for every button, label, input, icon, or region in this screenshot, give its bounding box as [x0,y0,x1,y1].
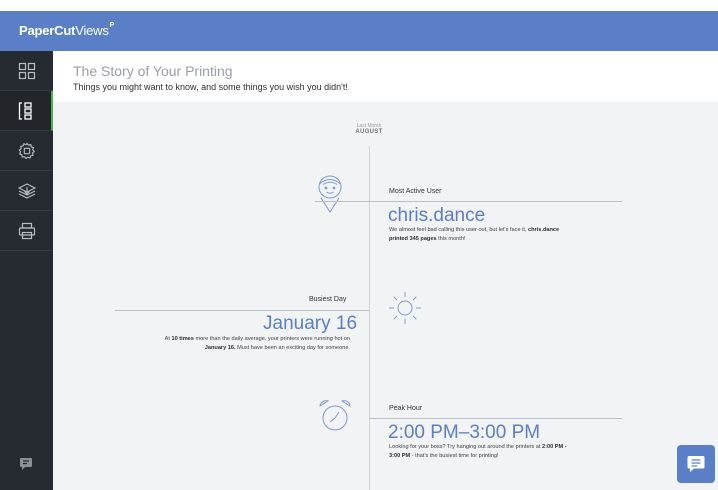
event-connector-line [115,310,369,311]
page-header: The Story of Your Printing Things you mi… [53,51,718,102]
insights-icon [18,101,32,120]
page-subtitle: Things you might want to know, and some … [73,82,348,92]
printer-icon [18,222,35,239]
most-active-user-label: Most Active User [389,188,442,195]
most-active-user-description: We almost feel bad calling this user out… [389,226,619,244]
desc-date: January 16. [204,345,236,351]
page-title: The Story of Your Printing [73,63,233,79]
desc-text-end: - that's the busiest time for printing! [410,453,499,459]
brand-name-light: Views [75,23,109,38]
help-chat-button[interactable] [677,445,715,483]
sidebar-item-settings[interactable] [0,131,53,171]
sun-icon [389,292,421,324]
peak-hour-value: 2:00 PM–3:00 PM [388,422,541,443]
sidebar-item-insights[interactable] [0,91,53,131]
layers-icon [17,182,36,199]
alarm-clock-icon [319,400,351,431]
desc-text-end: Must have been an exciting day for someo… [235,345,350,351]
event-connector-line [315,201,622,202]
event-connector-line [369,418,622,419]
desc-text: At [164,336,172,342]
story-timeline: Last Month AUGUST Most Active User chris… [53,102,718,490]
chat-bubble-icon[interactable] [19,457,33,476]
top-bar: PaperCutViewsP [0,11,718,51]
desc-time-end: 3:00 PM [389,453,411,459]
sidebar-item-dashboard[interactable] [0,51,53,91]
desc-text-mid: more than the daily average, your printe… [193,336,350,342]
dashboard-icon [18,62,35,79]
sidebar-item-layers[interactable] [0,171,53,211]
sidebar-item-printers[interactable] [0,211,53,251]
busiest-day-label: Busiest Day [309,296,347,303]
desc-time-start: 2:00 PM - [542,444,567,450]
desc-username: chris.dance [528,227,560,233]
brand-superscript: P [109,21,115,29]
brand-name-bold: PaperCut [19,23,76,38]
most-active-user-value: chris.dance [388,205,486,226]
peak-hour-description: Looking for your boss? Try hanging out a… [389,443,629,461]
desc-times: 10 times [171,336,194,342]
desc-text: Looking for your boss? Try hanging out a… [389,444,542,450]
chat-icon [687,456,705,472]
desc-text-end: this month! [436,236,466,242]
peak-hour-label: Peak Hour [389,405,423,412]
sidebar [0,51,53,490]
timeline-axis [369,146,370,490]
desc-text: We almost feel bad calling this user out… [389,227,529,233]
settings-icon [18,142,35,159]
timeline-period: Last Month AUGUST [329,123,409,135]
period-month: AUGUST [355,129,383,135]
user-face-icon [318,175,342,213]
busiest-day-value: January 16 [263,313,358,334]
desc-pages: printed 345 pages [389,236,437,242]
brand-logo[interactable]: PaperCutViewsP [19,21,115,38]
busiest-day-description: At 10 times more than the daily average,… [73,335,350,353]
